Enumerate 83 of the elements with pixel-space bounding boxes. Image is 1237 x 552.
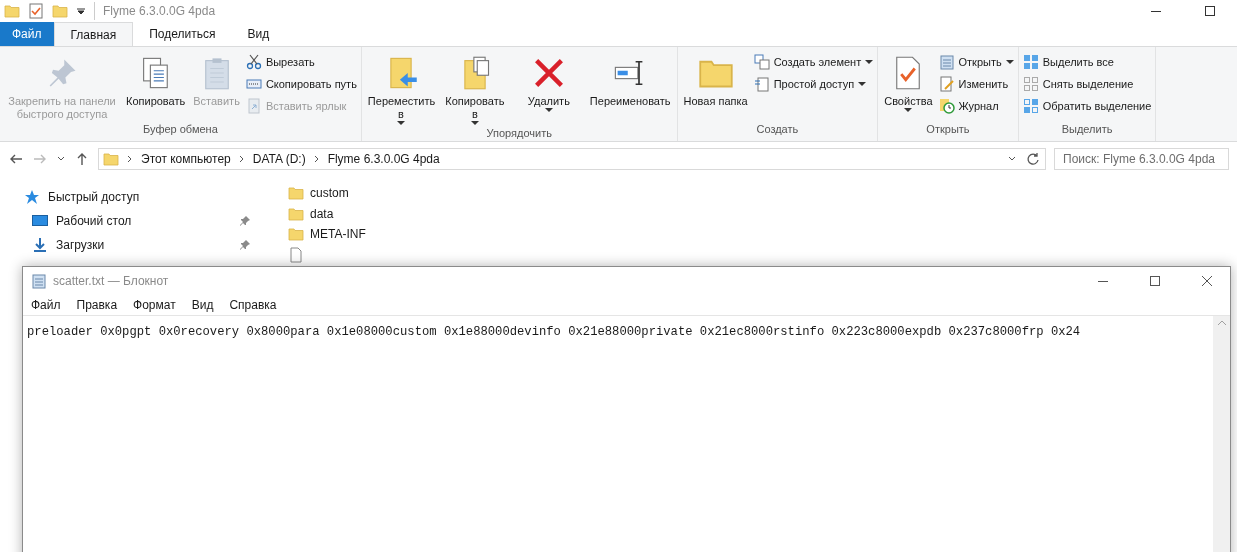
grid-icon (1022, 76, 1039, 92)
folder-item[interactable]: custom (288, 183, 366, 204)
pin-icon (240, 216, 250, 226)
breadcrumb-item[interactable]: Flyme 6.3.0.0G 4pda (327, 150, 440, 168)
monitor-icon (32, 213, 48, 229)
folder-icon (52, 3, 68, 19)
dropdown-icon[interactable] (76, 6, 86, 16)
ribbon-button[interactable]: Простой доступ (753, 75, 874, 93)
folder-item[interactable]: META-INF (288, 224, 366, 245)
refresh-icon[interactable] (1025, 151, 1041, 167)
search-field[interactable]: Поиск: Flyme 6.3.0.0G 4pda (1054, 148, 1229, 170)
menu-item[interactable]: Правка (76, 296, 118, 314)
menu-item[interactable]: Формат (133, 296, 176, 314)
page-icon (753, 76, 770, 92)
ribbon-button[interactable]: Скопировать путь (245, 75, 357, 93)
ribbon-button[interactable]: Копировать в (439, 51, 510, 125)
ribbon-button[interactable]: Выделить все (1022, 53, 1152, 71)
file-tab[interactable]: Файл (0, 22, 54, 46)
ribbon-button[interactable]: Снять выделение (1022, 75, 1152, 93)
clock-icon (938, 98, 955, 114)
pin-icon (240, 240, 250, 250)
group-label: Буфер обмена (142, 122, 219, 137)
chevron-right-icon (127, 155, 133, 163)
menu-item[interactable]: Справка (229, 296, 277, 314)
pencil-page-icon (938, 76, 955, 92)
shortcut-icon (245, 98, 262, 114)
ribbon-button[interactable]: Вырезать (245, 53, 357, 71)
caret-icon (544, 108, 553, 112)
ribbon-button[interactable]: Свойства (882, 51, 935, 121)
path-icon (245, 76, 262, 92)
address-bar[interactable]: Этот компьютер DATA (D:) Flyme 6.3.0.0G 4pda (98, 148, 1046, 170)
group-label: Открыть (925, 121, 971, 137)
ribbon-tab[interactable]: Вид (231, 22, 286, 46)
checkmark-icon[interactable] (28, 3, 44, 19)
menu-item[interactable]: Вид (191, 296, 214, 314)
notepad-icon (938, 54, 955, 70)
folder-icon (103, 151, 119, 167)
ribbon-button[interactable]: Копировать (124, 51, 188, 121)
scrollbar[interactable] (1213, 316, 1230, 552)
text-content: preloader 0x0pgpt 0x0recovery 0x8000para 0x1e08000custom 0x1e88000devinfo 0x21e88000private 0x21ec8000rstinfo 0x223c8000expdb 0x237c8000frp 0x24 (27, 325, 1081, 339)
group-label: Создать (755, 121, 800, 137)
group-label: Выделить (1060, 121, 1114, 137)
ribbon-button[interactable]: Переместить в (365, 51, 436, 125)
group-label: Упорядочить (485, 126, 553, 141)
caret-icon (858, 82, 867, 86)
star-icon (24, 189, 40, 205)
caret-icon (396, 121, 405, 125)
ribbon-tab[interactable]: Поделиться (133, 22, 232, 46)
chevron-right-icon (238, 155, 245, 163)
breadcrumb-item[interactable]: DATA (D:) (252, 150, 306, 168)
ribbon-button[interactable]: Переименовать (587, 51, 673, 125)
ribbon-button[interactable]: Удалить (513, 51, 584, 125)
grid-icon (1022, 54, 1039, 70)
folder-icon (288, 205, 304, 222)
window-title: scatter.txt — Блокнот (53, 273, 169, 290)
ribbon-button[interactable]: Изменить (938, 75, 1014, 93)
menu-item[interactable]: Файл (31, 296, 61, 314)
ribbon-button[interactable]: Новая папка (681, 51, 750, 121)
folder-icon (288, 185, 304, 202)
folder-item[interactable]: data (288, 203, 366, 224)
nav-item[interactable]: Быстрый доступ (24, 188, 258, 206)
ribbon-button[interactable]: Обратить выделение (1022, 97, 1152, 115)
nav-item[interactable]: Рабочий стол (24, 212, 258, 230)
folder-icon (4, 3, 20, 19)
chevron-right-icon (313, 155, 320, 163)
scissors-icon (245, 54, 262, 70)
caret-icon (1005, 60, 1014, 64)
caret-icon (865, 60, 874, 64)
caret-icon (470, 121, 479, 125)
grid-icon (1022, 98, 1039, 114)
ribbon-button[interactable]: Журнал (938, 97, 1014, 115)
window-title: Flyme 6.3.0.0G 4pda (94, 2, 216, 20)
ribbon-tab[interactable]: Главная (53, 22, 134, 46)
download-arrow-icon (32, 237, 48, 253)
ribbon-button[interactable]: Открыть (938, 53, 1014, 71)
nav-item[interactable]: Загрузки (24, 236, 258, 254)
file-icon (288, 246, 304, 263)
notepad-icon (31, 273, 47, 289)
breadcrumb-item[interactable]: Этот компьютер (141, 150, 231, 168)
ribbon-button[interactable]: Создать элемент (753, 53, 874, 71)
folder-icon (288, 226, 304, 243)
new-item-icon (753, 54, 770, 70)
caret-icon (904, 108, 913, 112)
